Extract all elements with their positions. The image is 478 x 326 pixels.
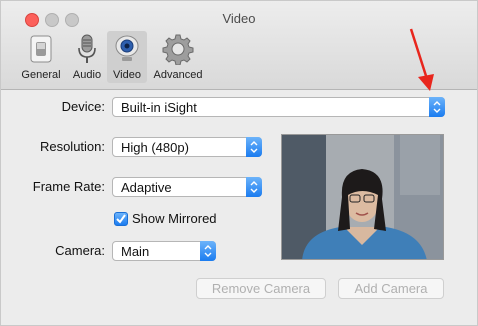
camera-value: Main	[121, 244, 150, 259]
resolution-value: High (480p)	[121, 140, 189, 155]
popup-arrows-icon	[246, 137, 262, 157]
frame-rate-label: Frame Rate:	[32, 179, 105, 194]
tab-advanced[interactable]: Advanced	[150, 31, 206, 83]
frame-rate-value: Adaptive	[121, 180, 172, 195]
window-title: Video	[222, 11, 256, 26]
tab-audio[interactable]: Audio	[68, 31, 106, 83]
annotation-arrow-icon	[409, 28, 434, 91]
switch-icon	[30, 35, 52, 63]
popup-arrows-icon	[246, 177, 262, 197]
popup-arrows-icon	[429, 97, 445, 117]
camera-label: Camera:	[55, 243, 105, 258]
add-camera-button[interactable]: Add Camera	[338, 278, 444, 299]
device-popup[interactable]: Built-in iSight	[112, 97, 445, 117]
tab-video[interactable]: Video	[107, 31, 147, 83]
webcam-icon	[115, 35, 139, 61]
show-mirrored-label[interactable]: Show Mirrored	[132, 211, 217, 226]
camera-popup[interactable]: Main	[112, 241, 216, 261]
tab-general[interactable]: General	[17, 31, 65, 83]
resolution-popup[interactable]: High (480p)	[112, 137, 262, 157]
device-label: Device:	[61, 99, 105, 114]
tab-advanced-label: Advanced	[153, 69, 203, 81]
popup-arrows-icon	[200, 241, 216, 261]
camera-preview	[281, 134, 444, 260]
tab-audio-label: Audio	[72, 69, 102, 81]
device-value: Built-in iSight	[121, 100, 197, 115]
checkmark-icon	[116, 214, 126, 224]
tab-general-label: General	[21, 69, 61, 81]
preferences-window: Video General Audio Video Advanced Devic…	[0, 0, 478, 326]
frame-rate-popup[interactable]: Adaptive	[112, 177, 262, 197]
show-mirrored-checkbox[interactable]	[114, 212, 128, 226]
remove-camera-button[interactable]: Remove Camera	[196, 278, 326, 299]
camera-preview-image	[282, 135, 443, 259]
microphone-icon	[78, 34, 96, 63]
gear-icon	[162, 34, 194, 65]
resolution-label: Resolution:	[39, 139, 105, 154]
tab-video-label: Video	[113, 69, 141, 81]
